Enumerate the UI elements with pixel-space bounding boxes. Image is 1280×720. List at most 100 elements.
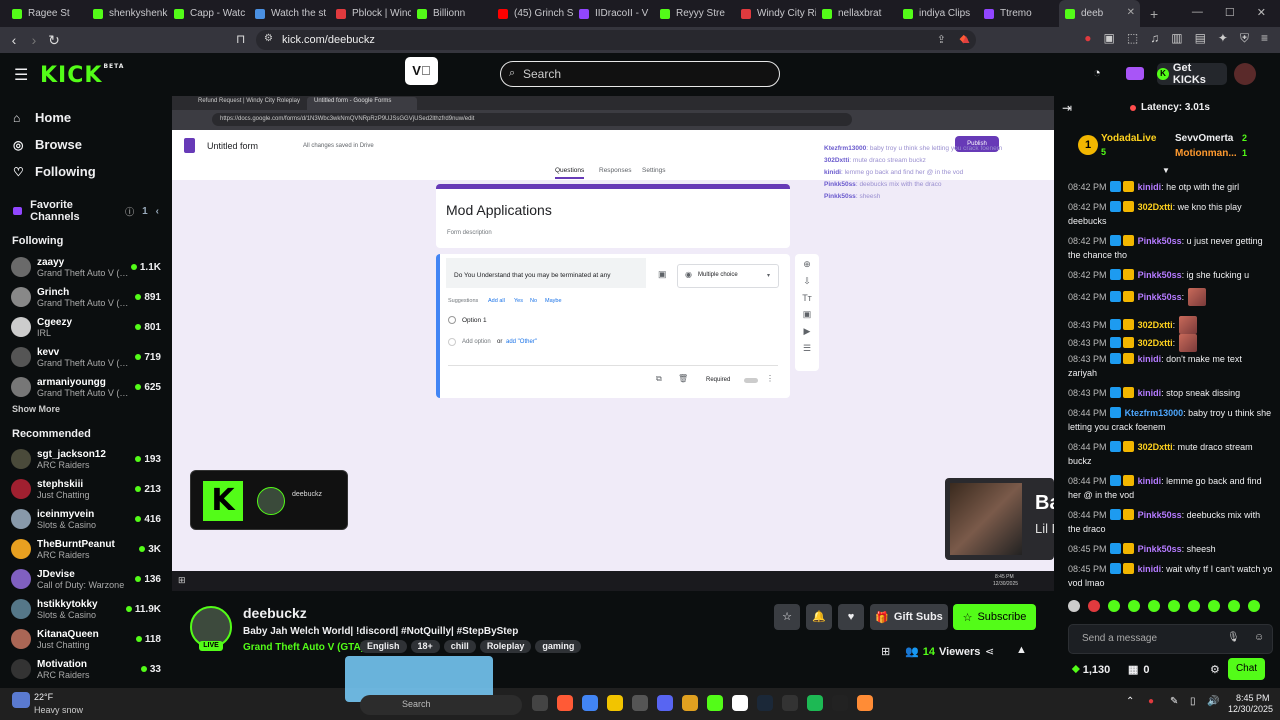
nav-home[interactable]: ⌂ Home — [0, 104, 172, 131]
microphone-icon[interactable]: 🎙 — [1227, 632, 1240, 643]
search-input[interactable]: ⌕ Search — [500, 61, 780, 87]
expand-leaderboard-icon[interactable]: ▼ — [1162, 166, 1170, 175]
brave-icon[interactable] — [557, 695, 573, 711]
tag-pill[interactable]: English — [360, 640, 407, 653]
vanguard-icon[interactable]: V⃞ — [405, 57, 438, 85]
ublock-icon[interactable]: ● — [1084, 31, 1091, 46]
pen-icon[interactable]: ✎ — [1170, 696, 1178, 707]
extension-icon[interactable]: ▣ — [1104, 31, 1115, 46]
minimize-icon[interactable]: — — [1192, 6, 1203, 19]
emote-icon[interactable] — [1248, 600, 1260, 612]
tag-pill[interactable]: gaming — [535, 640, 582, 653]
inbox-icon[interactable] — [1126, 67, 1144, 80]
url-field[interactable]: ⚙ kick.com/deebuckz ⇪ ◆ — [256, 30, 976, 50]
browser-tab[interactable]: Windy City Ri — [735, 0, 816, 27]
reload-icon[interactable]: ↻ — [44, 32, 64, 49]
new-tab-icon[interactable]: + — [1150, 6, 1158, 22]
volume-icon[interactable]: 🔊 — [1207, 696, 1219, 707]
emoji-icon[interactable]: ☺ — [1254, 632, 1264, 643]
capcut-icon[interactable] — [732, 695, 748, 711]
music-icon[interactable]: ♫ — [1150, 31, 1159, 46]
chrome-icon[interactable] — [582, 695, 598, 711]
sidebar-channel[interactable]: JDevise Call of Duty: Warzone 136 — [0, 564, 172, 594]
emote-icon[interactable] — [1068, 600, 1080, 612]
tag-pill[interactable]: Roleplay — [479, 640, 532, 653]
sidebar-channel[interactable]: armaniyoungg Grand Theft Auto V (G... 625 — [0, 372, 172, 402]
browser-tab[interactable]: Reyyy Stre — [654, 0, 735, 27]
notifications-bell-button[interactable]: 🔔 — [806, 604, 832, 630]
report-icon[interactable]: ▲ — [1016, 644, 1027, 656]
sidebar-channel[interactable]: iceinmyvein Slots & Casino 416 — [0, 504, 172, 534]
site-info-icon[interactable]: ⚙ — [264, 33, 273, 44]
emote-icon[interactable] — [1148, 600, 1160, 612]
screenshot-icon[interactable]: ⬚ — [1127, 31, 1138, 46]
sidebar-channel[interactable]: kevv Grand Theft Auto V (G... 719 — [0, 342, 172, 372]
emote-icon[interactable] — [1208, 600, 1220, 612]
sidebar-channel[interactable]: hstikkytokky Slots & Casino 11.9K — [0, 594, 172, 624]
tag-pill[interactable]: 18+ — [410, 640, 440, 653]
browser-tab[interactable]: shenkyshenk — [87, 0, 168, 27]
browser-tab[interactable]: Watch the st — [249, 0, 330, 27]
task-view-icon[interactable] — [532, 695, 548, 711]
streamer-name[interactable]: deebuckz — [243, 605, 307, 621]
menu-icon[interactable]: ≡ — [1261, 31, 1268, 46]
browser-tab[interactable]: Billionn — [411, 0, 492, 27]
nav-following[interactable]: ♡ Following — [0, 158, 172, 185]
hamburger-menu-icon[interactable]: ☰ — [14, 65, 28, 85]
browser-tab[interactable]: IIDracoII - V — [573, 0, 654, 27]
show-hidden-icons[interactable]: ⌃ — [1126, 696, 1134, 707]
explorer-icon[interactable] — [607, 695, 623, 711]
tag-pill[interactable]: chill — [443, 640, 476, 653]
browser-tab[interactable]: deeb ✕ — [1059, 0, 1140, 27]
spotify-icon[interactable] — [807, 695, 823, 711]
subscribe-button[interactable]: ☆ Subscribe — [953, 604, 1036, 630]
taskbar-search[interactable]: Search — [360, 695, 522, 715]
show-more-link[interactable]: Show More — [0, 404, 172, 420]
sidebar-channel[interactable]: KitanaQueen Just Chatting 118 — [0, 624, 172, 654]
share-icon[interactable]: ⇪ — [937, 33, 946, 46]
sidebar-channel[interactable]: sgt_jackson12 ARC Raiders 193 — [0, 444, 172, 474]
nav-browse[interactable]: ◎ Browse — [0, 131, 172, 158]
browser-tab[interactable]: (45) Grinch St — [492, 0, 573, 27]
tray-app-icon[interactable]: ● — [1148, 696, 1154, 707]
collapse-chevron-icon[interactable]: ‹ — [156, 206, 159, 217]
chat-input[interactable]: Send a message 🎙 ☺ — [1068, 624, 1273, 654]
sidebar-channel[interactable]: Cgeezy IRL 801 — [0, 312, 172, 342]
collapse-chat-icon[interactable]: ⇥ — [1062, 101, 1072, 115]
emote-icon[interactable] — [1108, 600, 1120, 612]
kick-points[interactable]: ⬥ 1,130 — [1072, 663, 1110, 676]
browser-tab[interactable]: indiya Clips — [897, 0, 978, 27]
user-avatar[interactable] — [1234, 63, 1256, 85]
microsoft-store-icon[interactable] — [682, 695, 698, 711]
emote-icon[interactable] — [1168, 600, 1180, 612]
store-icon[interactable] — [632, 695, 648, 711]
steam-icon[interactable] — [757, 695, 773, 711]
video-player[interactable]: Refund Request | Windy City Roleplay Unt… — [172, 96, 1054, 591]
favorite-star-button[interactable]: ☆ — [774, 604, 800, 630]
sidebar-channel[interactable]: Grinch Grand Theft Auto V (G... 891 — [0, 282, 172, 312]
brave-beta-icon[interactable] — [857, 695, 873, 711]
kick-logo[interactable]: KICKBETA — [40, 63, 124, 88]
follow-heart-button[interactable]: ♥ — [838, 604, 864, 630]
app-icon[interactable] — [707, 695, 723, 711]
browser-tab[interactable]: Ttremo — [978, 0, 1059, 27]
gift-subs-button[interactable]: 🎁 Gift Subs — [870, 604, 948, 630]
bookmark-icon[interactable]: ⊓ — [236, 32, 245, 46]
sidebar-channel[interactable]: stephskiii Just Chatting 213 — [0, 474, 172, 504]
browser-tab[interactable]: nellaxbrat — [816, 0, 897, 27]
sidebar-channel[interactable]: zaayy Grand Theft Auto V (G... 1.1K — [0, 252, 172, 282]
close-window-icon[interactable]: ✕ — [1257, 6, 1266, 19]
forward-icon[interactable]: › — [24, 32, 44, 48]
emote-icon[interactable] — [1128, 600, 1140, 612]
sidebar-channel[interactable]: Motivation ARC Raiders 33 — [0, 654, 172, 684]
chat-settings-icon[interactable]: ⚙ — [1210, 663, 1220, 676]
obs-icon[interactable] — [832, 695, 848, 711]
send-chat-button[interactable]: Chat — [1228, 658, 1265, 680]
maximize-icon[interactable]: ☐ — [1225, 6, 1235, 19]
emote-icon[interactable] — [1188, 600, 1200, 612]
stream-category[interactable]: Grand Theft Auto V (GTA) — [243, 642, 364, 653]
emote-icon[interactable] — [1228, 600, 1240, 612]
media-player-icon[interactable] — [782, 695, 798, 711]
leo-icon[interactable]: ✦ — [1218, 31, 1228, 46]
warning-icon[interactable]: ▲ — [960, 32, 972, 46]
